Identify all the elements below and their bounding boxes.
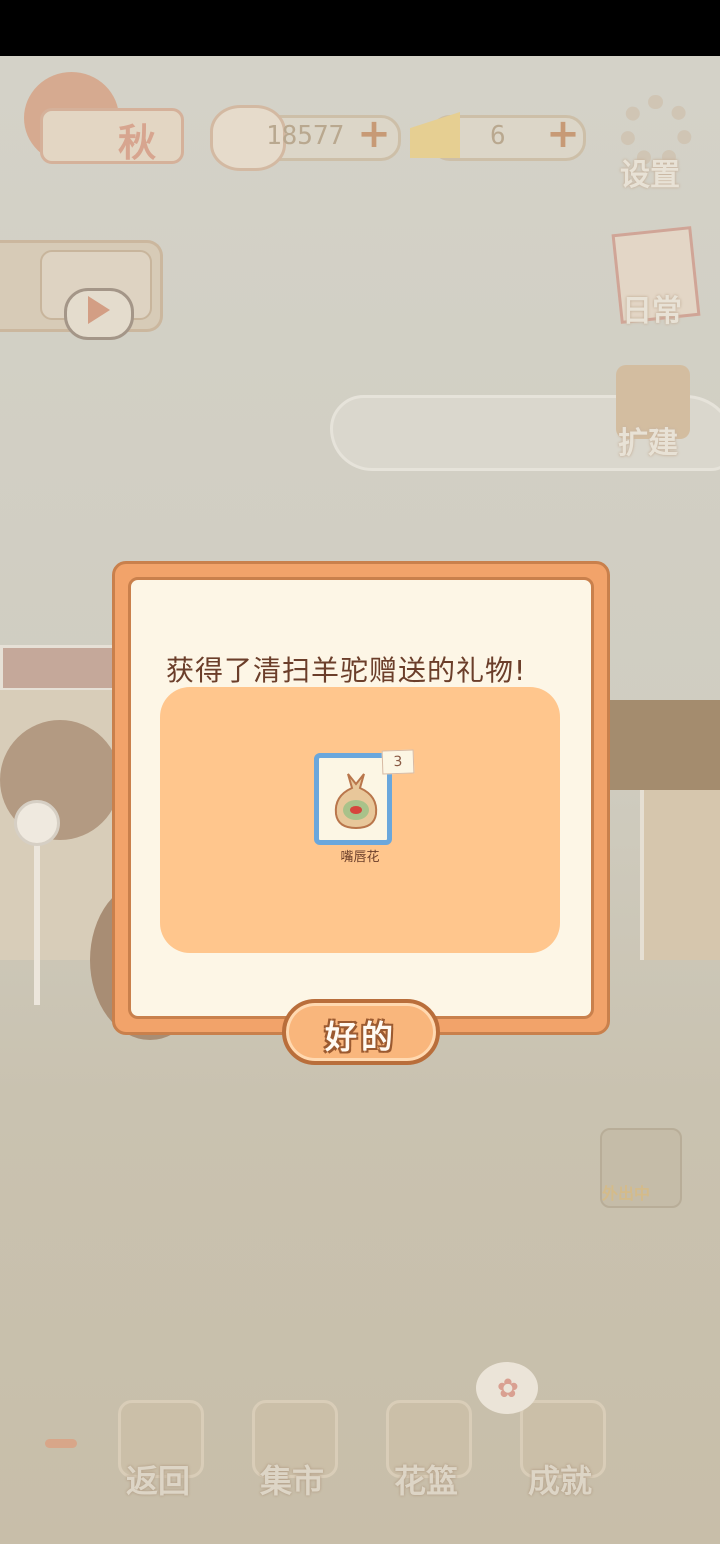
ok-button-label[interactable]: 好的 [282, 1012, 440, 1058]
status-bar [0, 0, 720, 56]
item-count-badge: 3 [381, 749, 415, 775]
dialog-title: 获得了清扫羊驼赠送的礼物! [166, 654, 527, 687]
item-name: 嘴唇花 [340, 850, 380, 865]
seed-bag-icon [334, 773, 378, 830]
